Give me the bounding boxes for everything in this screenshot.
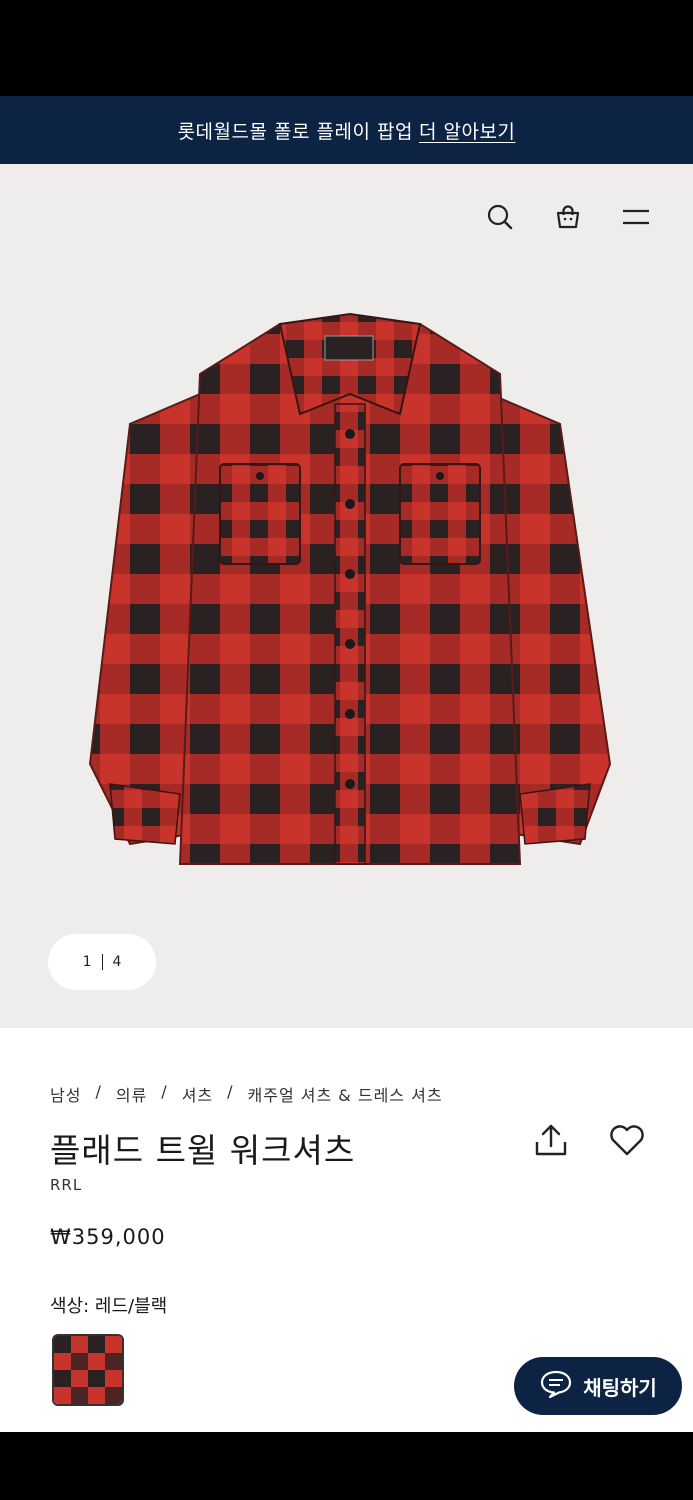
breadcrumb-item-casual-dress-shirts[interactable]: 캐주얼 셔츠 & 드레스 셔츠 xyxy=(248,1082,443,1106)
breadcrumb-separator: / xyxy=(161,1082,168,1101)
product-title: 플래드 트윌 워크셔츠 xyxy=(50,1131,356,1170)
product-price: ₩359,000 xyxy=(50,1225,166,1249)
pager-current: 1 xyxy=(82,954,92,970)
breadcrumb-item-men[interactable]: 남성 xyxy=(50,1082,81,1106)
chat-icon xyxy=(539,1369,573,1404)
promo-text: 롯데월드몰 폴로 플레이 팝업 xyxy=(177,120,413,143)
pager-total: 4 xyxy=(112,954,122,970)
pager-divider xyxy=(101,954,103,970)
color-label: 색상: 레드/블랙 xyxy=(50,1296,168,1317)
breadcrumb-item-shirts[interactable]: 셔츠 xyxy=(182,1082,213,1106)
heart-icon[interactable] xyxy=(607,1120,647,1160)
product-image xyxy=(70,304,630,884)
share-icon[interactable] xyxy=(531,1120,571,1160)
search-icon[interactable] xyxy=(483,200,517,234)
product-actions xyxy=(531,1120,647,1160)
image-pager: 1 4 xyxy=(48,934,156,990)
product-brand[interactable]: RRL xyxy=(50,1176,82,1194)
menu-icon[interactable] xyxy=(619,200,653,234)
breadcrumb: 남성 / 의류 / 셔츠 / 캐주얼 셔츠 & 드레스 셔츠 xyxy=(50,1082,443,1106)
cart-icon[interactable] xyxy=(551,200,585,234)
status-bar xyxy=(0,0,693,96)
product-image-gallery[interactable]: 1 4 xyxy=(0,164,693,1028)
color-swatch-red-black[interactable] xyxy=(52,1334,124,1406)
breadcrumb-separator: / xyxy=(95,1082,102,1101)
breadcrumb-separator: / xyxy=(227,1082,234,1101)
promo-banner[interactable]: 롯데월드몰 폴로 플레이 팝업 더 알아보기 xyxy=(0,96,693,164)
navigation-bar xyxy=(0,1432,693,1500)
breadcrumb-item-clothing[interactable]: 의류 xyxy=(116,1082,147,1106)
header-icons xyxy=(483,200,653,234)
chat-button[interactable]: 채팅하기 xyxy=(514,1357,682,1415)
promo-learn-more-link[interactable]: 더 알아보기 xyxy=(419,117,515,144)
chat-label: 채팅하기 xyxy=(583,1375,657,1400)
